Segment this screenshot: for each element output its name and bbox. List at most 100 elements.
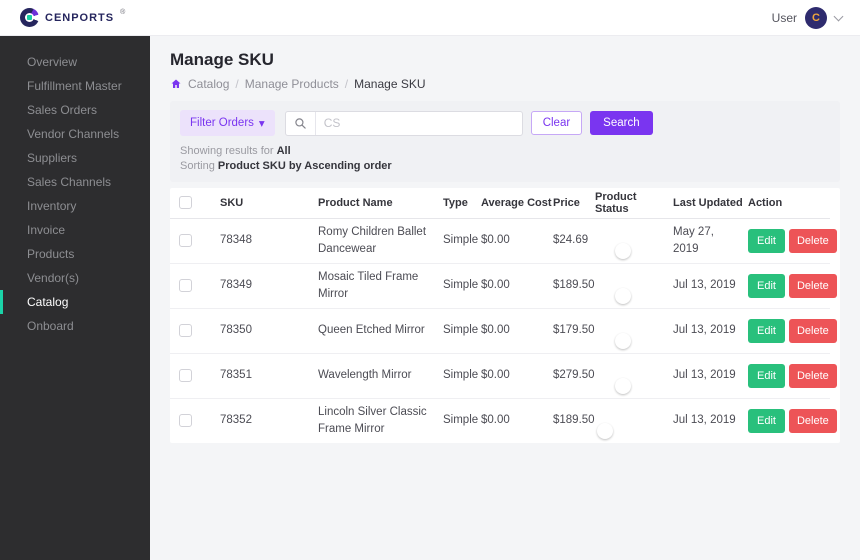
filter-orders-button[interactable]: Filter Orders ▾ — [180, 110, 275, 136]
price-cell: $189.50 — [553, 263, 595, 309]
caret-down-icon: ▾ — [258, 118, 265, 130]
edit-button[interactable]: Edit — [748, 363, 785, 388]
price-cell: $179.50 — [553, 308, 595, 354]
sidebar-item-catalog[interactable]: Catalog — [0, 290, 150, 314]
column-type: Type — [443, 188, 481, 219]
sku-cell: 78352 — [220, 414, 252, 427]
type-cell: Simple — [443, 353, 481, 399]
product-name-cell: Wavelength Mirror — [318, 353, 443, 399]
product-name-cell: Mosaic Tiled Frame Mirror — [318, 263, 443, 309]
row-checkbox[interactable] — [179, 369, 192, 382]
breadcrumb-manage-products[interactable]: Manage Products — [245, 77, 339, 91]
sidebar-item-onboard[interactable]: Onboard — [0, 314, 150, 338]
type-cell: Simple — [443, 263, 481, 309]
sidebar-item-sales-channels[interactable]: Sales Channels — [0, 170, 150, 194]
sku-cell: 78350 — [220, 308, 318, 354]
sku-cell: 78351 — [220, 353, 318, 399]
delete-button[interactable]: Delete — [788, 363, 837, 388]
search-box — [284, 110, 523, 136]
table-row: 78352 Lincoln Silver Classic Frame Mirro… — [170, 398, 837, 443]
column-average-cost: Average Cost — [481, 188, 553, 219]
table-row: 78348 Romy Children Ballet Dancewear Sim… — [170, 218, 837, 264]
sidebar-item-sales-orders[interactable]: Sales Orders — [0, 98, 150, 122]
search-input[interactable] — [315, 116, 522, 130]
table-header-row: SKU Product Name Type Average Cost Price… — [170, 188, 830, 219]
delete-button[interactable]: Delete — [788, 408, 837, 433]
chevron-down-icon[interactable] — [833, 11, 844, 21]
showing-results-line: Showing results for All — [180, 145, 291, 157]
row-checkbox[interactable] — [179, 279, 192, 292]
edit-button[interactable]: Edit — [748, 228, 785, 253]
breadcrumb-catalog[interactable]: Catalog — [188, 77, 229, 91]
main-content: Manage SKU Catalog / Manage Products / M… — [150, 36, 860, 560]
avatar[interactable]: C — [805, 6, 827, 29]
average-cost-cell: $0.00 — [481, 308, 553, 354]
sidebar-item-products[interactable]: Products — [0, 242, 150, 266]
sidebar-item-label: Sales Channels — [27, 175, 112, 189]
toggle-knob — [615, 377, 631, 394]
price-cell: $24.69 — [553, 218, 595, 264]
product-name-cell: Queen Etched Mirror — [318, 308, 443, 354]
row-checkbox[interactable] — [179, 324, 192, 337]
column-product-name: Product Name — [318, 188, 443, 219]
sidebar-item-invoice[interactable]: Invoice — [0, 218, 150, 242]
toggle-knob — [615, 287, 631, 304]
sidebar-item-label: Inventory — [27, 199, 77, 213]
last-updated-cell: Jul 13, 2019 — [673, 414, 736, 427]
sidebar-item-vendor-channels[interactable]: Vendor Channels — [0, 122, 150, 146]
type-cell: Simple — [443, 414, 479, 427]
average-cost-cell: $0.00 — [481, 414, 510, 427]
breadcrumb: Catalog / Manage Products / Manage SKU — [170, 77, 840, 91]
column-sku: SKU — [220, 188, 318, 219]
last-updated-cell: Jul 13, 2019 — [673, 308, 748, 354]
sidebar-item-inventory[interactable]: Inventory — [0, 194, 150, 218]
edit-button[interactable]: Edit — [748, 408, 785, 433]
column-action: Action — [748, 188, 830, 219]
brand-name: CENPORTS — [45, 12, 115, 24]
showing-results-value: All — [276, 145, 291, 157]
type-cell: Simple — [443, 218, 481, 264]
average-cost-cell: $0.00 — [481, 218, 553, 264]
sidebar-item-suppliers[interactable]: Suppliers — [0, 146, 150, 170]
sidebar-item-label: Onboard — [27, 319, 74, 333]
delete-button[interactable]: Delete — [788, 273, 837, 298]
home-icon[interactable] — [170, 78, 182, 90]
user-label: User — [771, 10, 797, 25]
sidebar-nav: Overview Fulfillment Master Sales Orders… — [0, 36, 150, 560]
row-checkbox[interactable] — [179, 234, 192, 247]
page-title: Manage SKU — [170, 50, 274, 69]
sidebar-item-overview[interactable]: Overview — [0, 50, 150, 74]
toggle-knob — [615, 332, 631, 349]
edit-button[interactable]: Edit — [748, 318, 785, 343]
sku-table: SKU Product Name Type Average Cost Price… — [170, 188, 840, 443]
table-row: 78349 Mosaic Tiled Frame Mirror Simple $… — [170, 263, 837, 309]
delete-button[interactable]: Delete — [788, 318, 837, 343]
sidebar-item-label: Vendor Channels — [27, 127, 120, 141]
sidebar-item-label: Catalog — [27, 295, 69, 309]
user-menu[interactable]: User C — [771, 6, 844, 29]
product-name-cell: Lincoln Silver Classic Frame Mirror — [318, 406, 427, 435]
row-checkbox[interactable] — [179, 414, 192, 428]
brand-logo[interactable]: CENPORTS ® — [20, 8, 125, 27]
average-cost-cell: $0.00 — [481, 353, 553, 399]
clear-button[interactable]: Clear — [530, 111, 583, 135]
table-row: 78350 Queen Etched Mirror Simple $0.00 $… — [170, 308, 837, 354]
delete-button[interactable]: Delete — [788, 228, 837, 253]
sidebar-item-label: Overview — [27, 55, 78, 69]
toggle-knob — [615, 242, 631, 259]
column-last-updated: Last Updated — [673, 188, 748, 219]
sidebar-item-label: Vendor(s) — [27, 271, 80, 285]
select-all-checkbox[interactable] — [179, 196, 192, 210]
type-cell: Simple — [443, 308, 481, 354]
search-button[interactable]: Search — [590, 111, 653, 135]
edit-button[interactable]: Edit — [748, 273, 785, 298]
breadcrumb-separator: / — [344, 77, 349, 91]
column-thumb — [196, 188, 220, 219]
sidebar-item-fulfillment-master[interactable]: Fulfillment Master — [0, 74, 150, 98]
breadcrumb-current: Manage SKU — [354, 77, 426, 91]
registered-mark: ® — [120, 9, 126, 16]
sku-cell: 78349 — [220, 263, 318, 309]
search-icon — [286, 111, 316, 135]
sidebar-item-vendor-s[interactable]: Vendor(s) — [0, 266, 150, 290]
column-price: Price — [553, 188, 595, 219]
